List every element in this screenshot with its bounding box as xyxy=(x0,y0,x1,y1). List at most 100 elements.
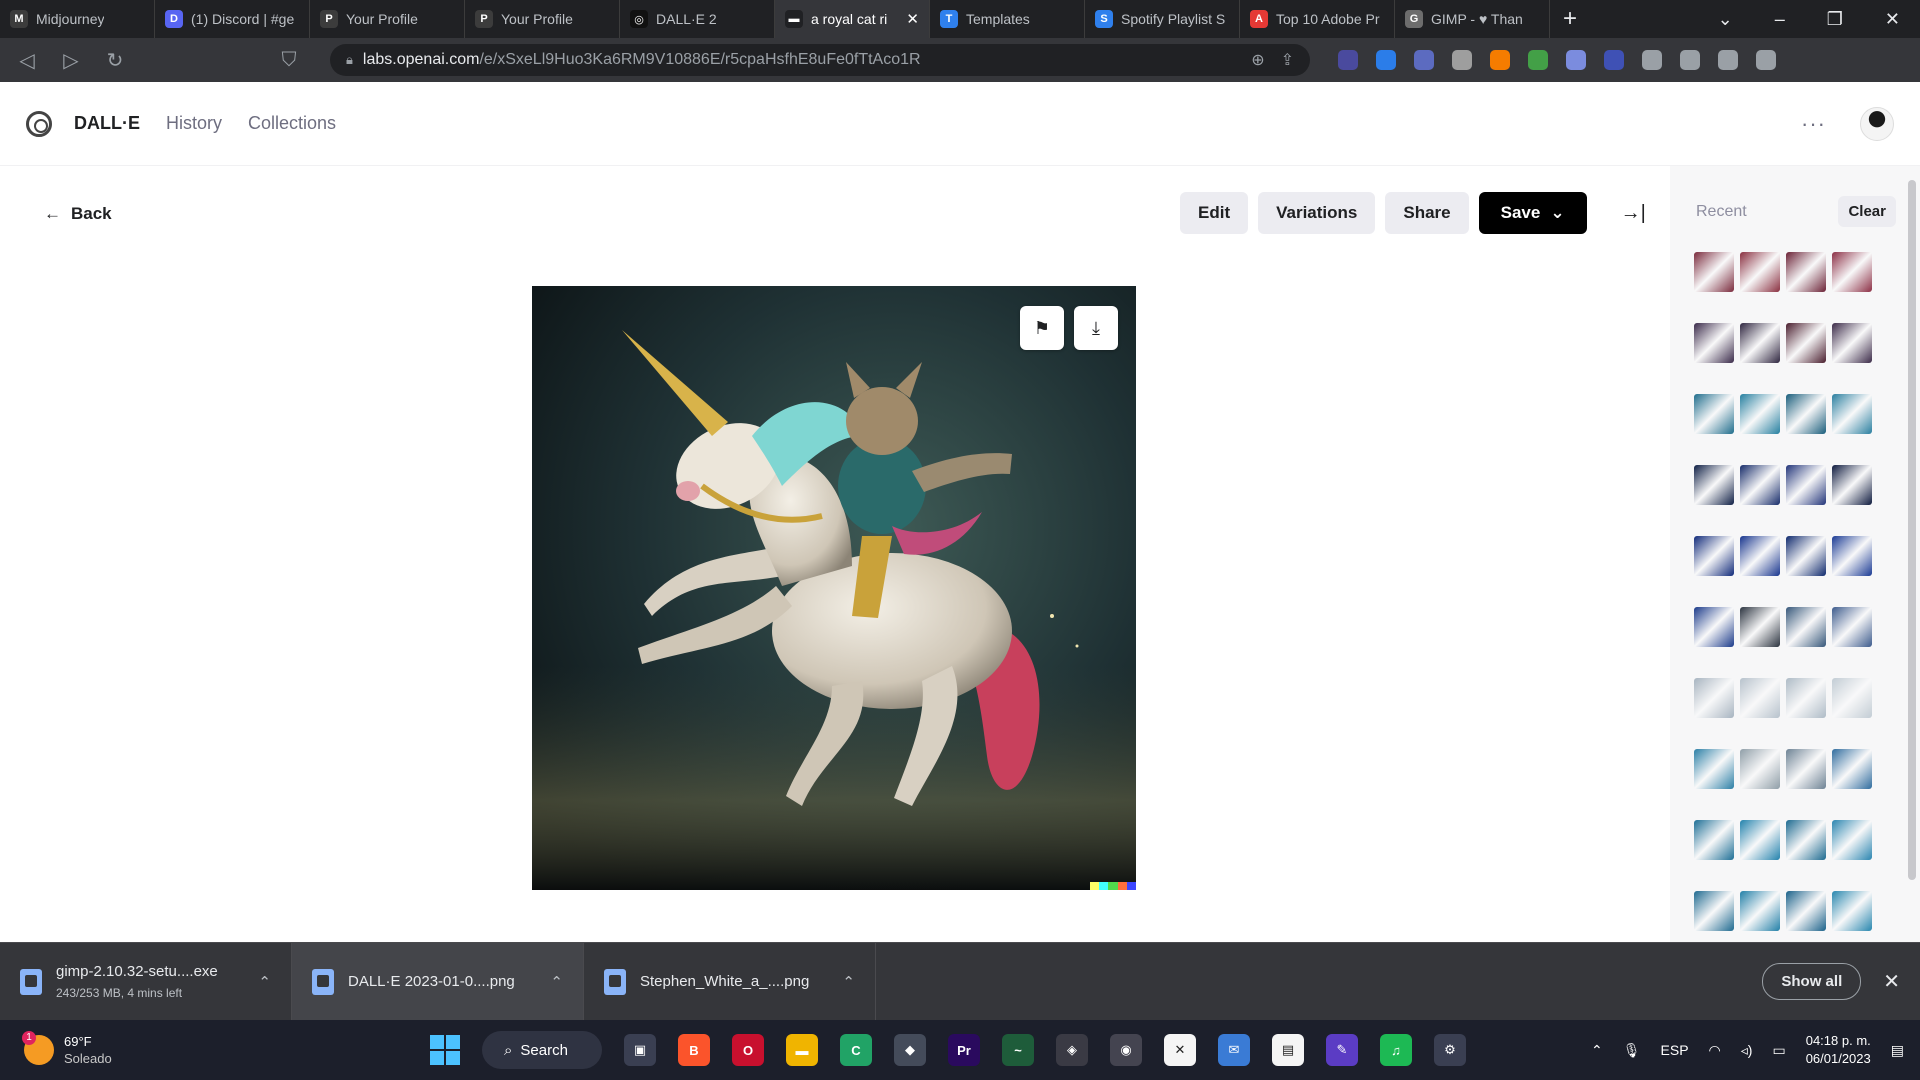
weather-widget[interactable]: 1 69°F Soleado xyxy=(0,1031,430,1067)
back-arrow-icon[interactable]: ◁ xyxy=(14,48,40,73)
recent-thumbnail[interactable] xyxy=(1694,678,1734,718)
taskbar-app-icon[interactable]: ◉ xyxy=(1110,1034,1142,1066)
speaker-icon[interactable]: ◃) xyxy=(1741,1042,1753,1059)
share-page-icon[interactable]: ⇪ xyxy=(1281,50,1294,70)
browser-tab[interactable]: P Your Profile xyxy=(465,0,620,38)
new-tab-button[interactable]: + xyxy=(1550,5,1590,33)
recent-thumbnail[interactable] xyxy=(1740,252,1780,292)
report-flag-button[interactable]: ⚑ xyxy=(1020,306,1064,350)
close-window-icon[interactable]: ✕ xyxy=(1885,9,1900,30)
extension-icon[interactable] xyxy=(1452,50,1472,70)
taskbar-app-icon[interactable]: ♫ xyxy=(1380,1034,1412,1066)
wifi-icon[interactable]: ◠ xyxy=(1709,1042,1721,1059)
recent-thumbnail[interactable] xyxy=(1694,323,1734,363)
collapse-sidebar-icon[interactable]: →| xyxy=(1621,202,1646,225)
recent-thumbnail[interactable] xyxy=(1740,465,1780,505)
more-menu-icon[interactable]: ··· xyxy=(1801,111,1826,137)
extension-icon[interactable] xyxy=(1604,50,1624,70)
taskbar-app-icon[interactable]: Pr xyxy=(948,1034,980,1066)
taskbar-app-icon[interactable]: C xyxy=(840,1034,872,1066)
recent-thumbnail[interactable] xyxy=(1832,323,1872,363)
recent-thumbnail[interactable] xyxy=(1740,678,1780,718)
edit-button[interactable]: Edit xyxy=(1180,192,1249,234)
recent-thumbnail[interactable] xyxy=(1832,607,1872,647)
browser-tab[interactable]: ◎ DALL·E 2 xyxy=(620,0,775,38)
taskbar-app-icon[interactable]: ✎ xyxy=(1326,1034,1358,1066)
recent-thumbnail[interactable] xyxy=(1694,394,1734,434)
recent-thumbnail[interactable] xyxy=(1786,252,1826,292)
taskbar-app-icon[interactable]: ▣ xyxy=(624,1034,656,1066)
recent-thumbnail[interactable] xyxy=(1786,394,1826,434)
recent-thumbnail[interactable] xyxy=(1786,891,1826,931)
extension-icon[interactable] xyxy=(1376,50,1396,70)
extension-icon[interactable] xyxy=(1718,50,1738,70)
recent-thumbnail[interactable] xyxy=(1832,394,1872,434)
brand-link[interactable]: DALL·E xyxy=(74,113,140,134)
recent-thumbnail[interactable] xyxy=(1740,394,1780,434)
chevron-up-icon[interactable]: ⌃ xyxy=(258,973,271,991)
nav-collections[interactable]: Collections xyxy=(248,113,336,134)
openai-logo-icon[interactable] xyxy=(26,110,52,137)
nav-history[interactable]: History xyxy=(166,113,222,134)
recent-thumbnail[interactable] xyxy=(1786,678,1826,718)
back-button[interactable]: ← Back xyxy=(44,204,112,224)
share-button[interactable]: Share xyxy=(1385,192,1469,234)
recent-thumbnail[interactable] xyxy=(1832,891,1872,931)
recent-thumbnail[interactable] xyxy=(1786,536,1826,576)
recent-thumbnail[interactable] xyxy=(1694,749,1734,789)
browser-tab[interactable]: S Spotify Playlist S xyxy=(1085,0,1240,38)
taskbar-app-icon[interactable]: ✉ xyxy=(1218,1034,1250,1066)
generated-image[interactable]: ⚑ ⤓ xyxy=(532,286,1136,890)
extension-icon[interactable] xyxy=(1490,50,1510,70)
close-icon[interactable]: ✕ xyxy=(1883,969,1900,994)
taskbar-app-icon[interactable]: ▬ xyxy=(786,1034,818,1066)
taskbar-app-icon[interactable]: B xyxy=(678,1034,710,1066)
taskbar-app-icon[interactable]: O xyxy=(732,1034,764,1066)
extension-icon[interactable] xyxy=(1414,50,1434,70)
download-item[interactable]: Stephen_White_a_....png ⌃ xyxy=(584,942,876,1021)
taskbar-app-icon[interactable]: ✕ xyxy=(1164,1034,1196,1066)
recent-thumbnail[interactable] xyxy=(1786,749,1826,789)
address-bar[interactable]: 🔒︎ labs.openai.com/e/xSxeLl9Huo3Ka6RM9V1… xyxy=(330,44,1310,76)
recent-thumbnail[interactable] xyxy=(1694,465,1734,505)
notifications-icon[interactable]: ▤ xyxy=(1891,1042,1904,1059)
browser-tab[interactable]: P Your Profile xyxy=(310,0,465,38)
recent-thumbnail[interactable] xyxy=(1740,607,1780,647)
start-button[interactable] xyxy=(430,1035,460,1065)
language-indicator[interactable]: ESP xyxy=(1661,1042,1689,1058)
chevron-up-icon[interactable]: ⌃ xyxy=(842,973,855,991)
browser-tab[interactable]: A Top 10 Adobe Pr xyxy=(1240,0,1395,38)
tab-search-icon[interactable]: ⌄ xyxy=(1718,9,1733,30)
recent-thumbnail[interactable] xyxy=(1786,323,1826,363)
taskbar-app-icon[interactable]: ~ xyxy=(1002,1034,1034,1066)
browser-tab[interactable]: M Midjourney xyxy=(0,0,155,38)
browser-tab[interactable]: ▬ a royal cat ri ✕ xyxy=(775,0,930,38)
recent-thumbnail[interactable] xyxy=(1832,678,1872,718)
forward-arrow-icon[interactable]: ▷ xyxy=(58,48,84,73)
taskbar-app-icon[interactable]: ◈ xyxy=(1056,1034,1088,1066)
recent-thumbnail[interactable] xyxy=(1832,536,1872,576)
download-item[interactable]: DALL·E 2023-01-0....png ⌃ xyxy=(292,942,584,1021)
recent-thumbnail[interactable] xyxy=(1832,820,1872,860)
recent-thumbnail[interactable] xyxy=(1832,465,1872,505)
recent-thumbnail[interactable] xyxy=(1694,607,1734,647)
taskbar-app-icon[interactable]: ⚙ xyxy=(1434,1034,1466,1066)
taskbar-app-icon[interactable]: ▤ xyxy=(1272,1034,1304,1066)
microphone-icon[interactable]: 🎙︎ xyxy=(1623,1042,1641,1059)
reload-icon[interactable]: ↻ xyxy=(102,48,128,73)
recent-thumbnail[interactable] xyxy=(1740,749,1780,789)
taskbar-app-icon[interactable]: ◆ xyxy=(894,1034,926,1066)
recent-thumbnail[interactable] xyxy=(1740,536,1780,576)
recent-thumbnail[interactable] xyxy=(1740,323,1780,363)
chevron-up-icon[interactable]: ⌃ xyxy=(550,973,563,991)
extension-icon[interactable] xyxy=(1756,50,1776,70)
download-button[interactable]: ⤓ xyxy=(1074,306,1118,350)
bookmark-icon[interactable]: ⛉ xyxy=(276,49,302,72)
extension-icon[interactable] xyxy=(1642,50,1662,70)
download-item[interactable]: gimp-2.10.32-setu....exe 243/253 MB, 4 m… xyxy=(0,942,292,1021)
recent-thumbnail[interactable] xyxy=(1694,820,1734,860)
show-all-button[interactable]: Show all xyxy=(1762,963,1862,1000)
extension-icon[interactable] xyxy=(1680,50,1700,70)
avatar[interactable] xyxy=(1860,106,1894,141)
recent-thumbnail[interactable] xyxy=(1832,252,1872,292)
